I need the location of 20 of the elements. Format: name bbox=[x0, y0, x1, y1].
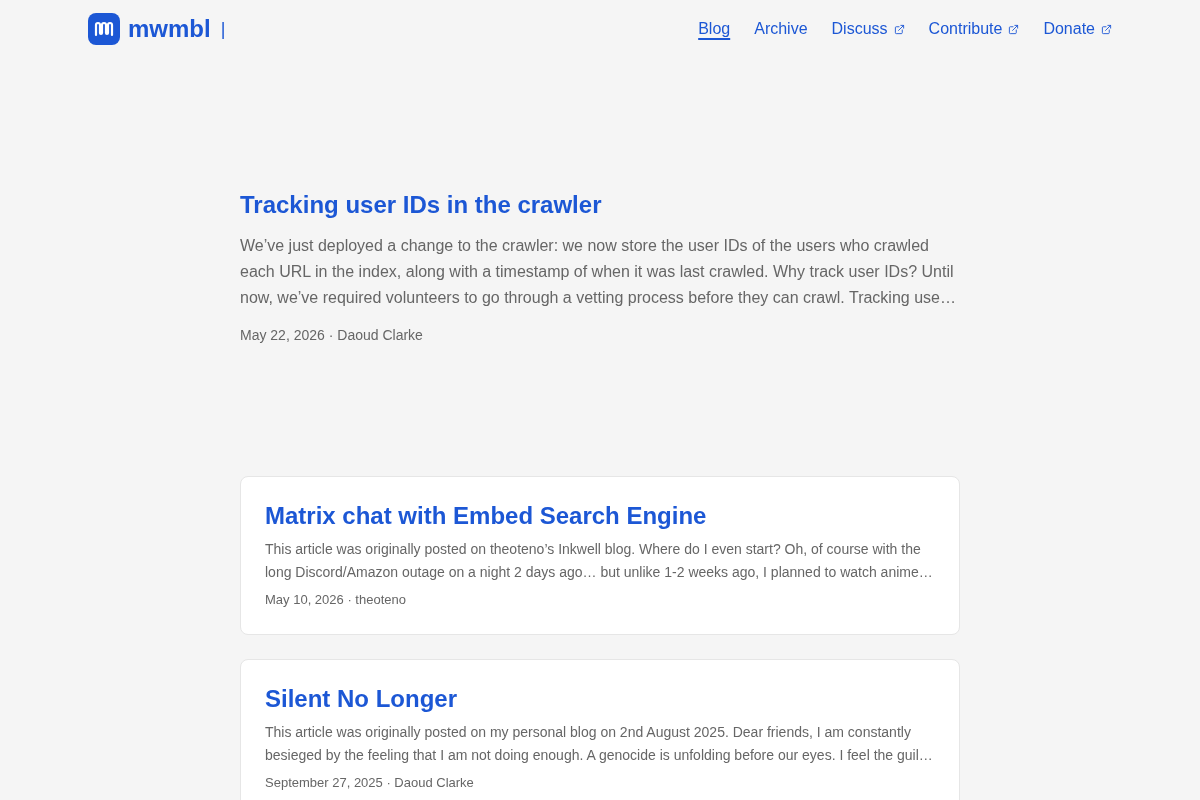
post-title-link[interactable]: Tracking user IDs in the crawler bbox=[240, 188, 960, 222]
nav-link[interactable]: Discuss bbox=[831, 18, 905, 40]
external-link-icon bbox=[893, 23, 905, 35]
external-link-icon bbox=[1008, 23, 1020, 35]
post-byline: May 10, 2026 · theoteno bbox=[265, 591, 407, 609]
post-excerpt: This article was originally posted on my personal blog on 2nd August 2025. Dear friends, I am constantly besieged by the feeling that I am not doing enough. A genocide is unfolding before our eyes. I feel the guil… bbox=[265, 723, 934, 765]
nav-link[interactable]: Contribute bbox=[928, 18, 1020, 40]
post-excerpt: We’ve just deployed a change to the crawler: we now store the user IDs of the users who crawled each URL in the index, along with a timestamp of when it was last crawled. Why track user IDs? Until now, we’ve required volunteers to go through a vetting process before they can crawl. Tracking use… bbox=[240, 236, 957, 308]
post-excerpt: This article was originally posted on theoteno’s Inkwell blog. Where do I even start? Oh, of course with the long Discord/Amazon outage on a night 2 days ago… but unlike 1-2 weeks ago, I planned to watch anime… bbox=[265, 540, 934, 582]
nav-link[interactable]: Archive bbox=[754, 18, 808, 40]
external-link-icon bbox=[1101, 23, 1112, 35]
post-byline: September 27, 2025 · Daoud Clarke bbox=[265, 774, 475, 792]
post-title-link[interactable]: Silent No Longer bbox=[265, 683, 935, 715]
post-byline: May 22, 2026 · Daoud Clarke bbox=[240, 326, 424, 345]
post-title-link[interactable]: Matrix chat with Embed Search Engine bbox=[265, 500, 935, 532]
site-name-link[interactable]: mwmbl bbox=[128, 14, 211, 44]
text-cursor: | bbox=[220, 18, 226, 41]
nav-link[interactable]: Donate bbox=[1043, 18, 1112, 40]
nav-link[interactable]: Blog bbox=[698, 18, 731, 40]
wave-logo-icon bbox=[88, 13, 120, 45]
